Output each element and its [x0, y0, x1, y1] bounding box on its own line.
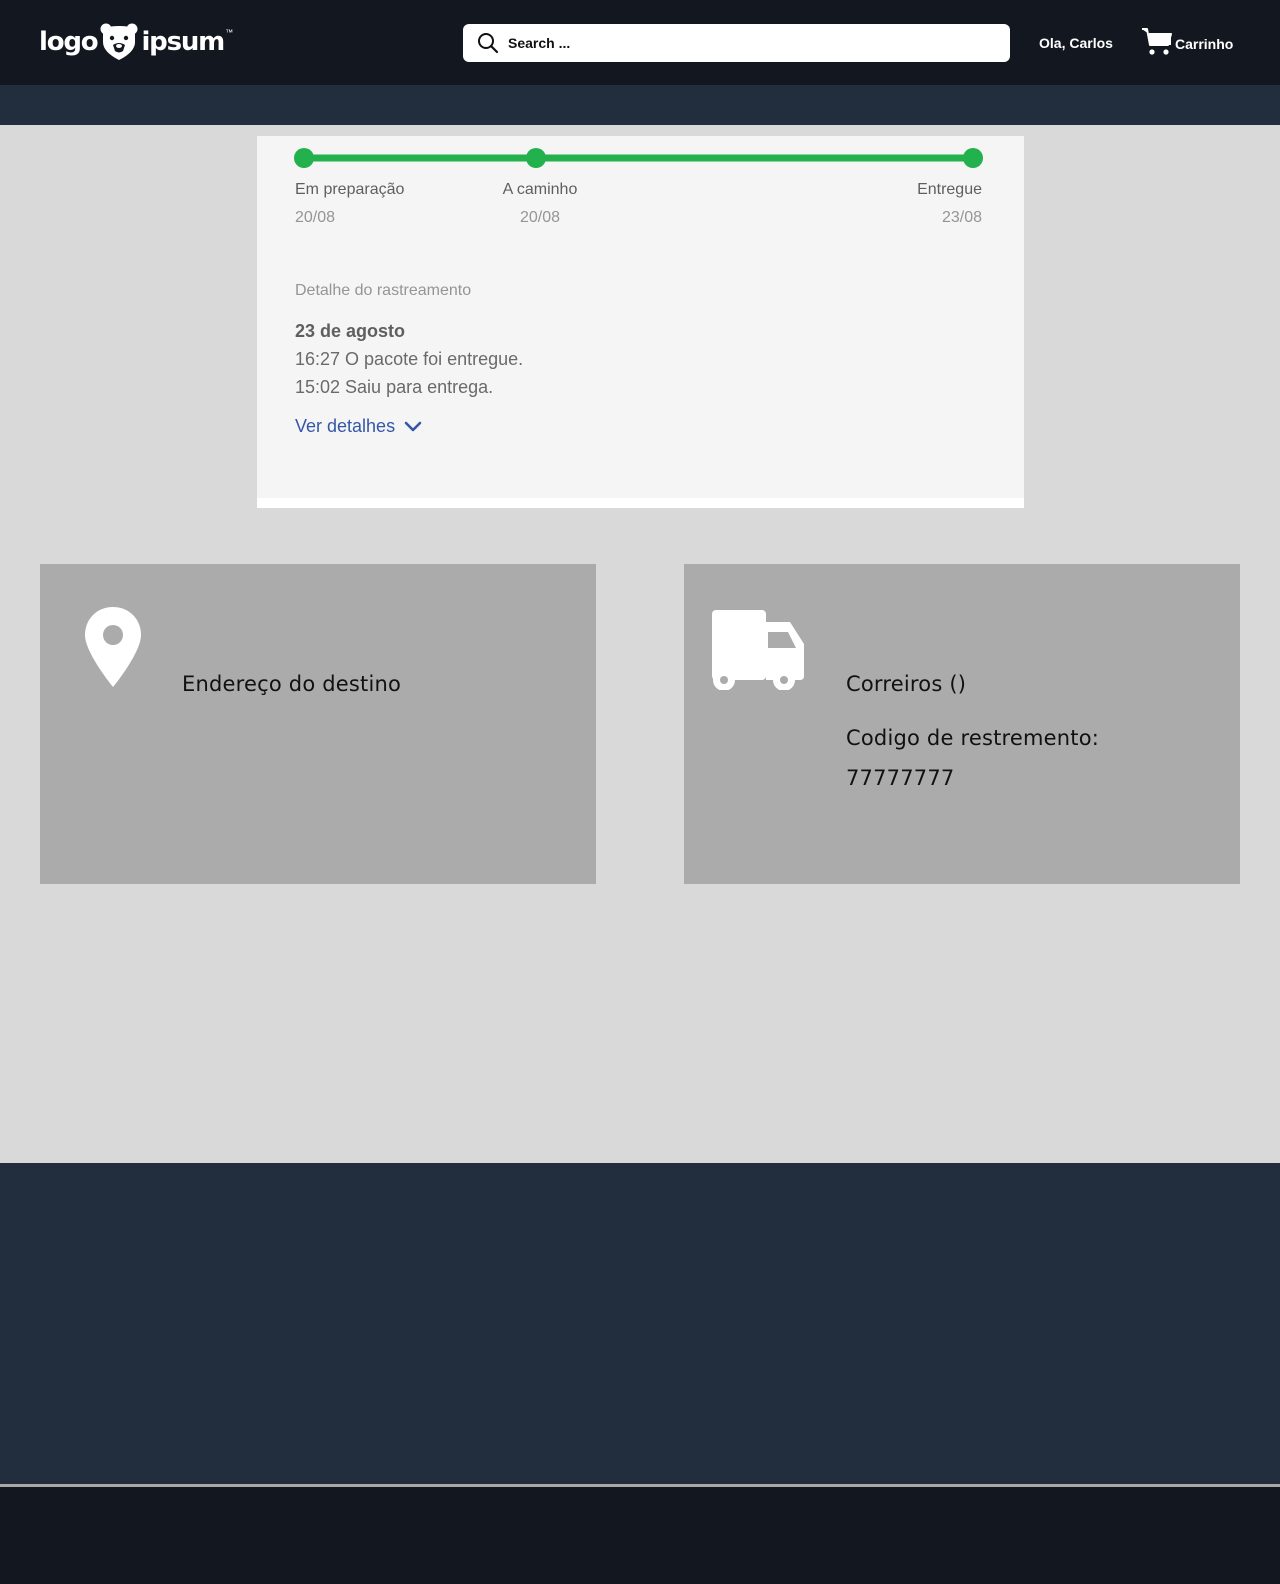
destination-card: Endereço do destino [40, 564, 596, 884]
step-name: Entregue [917, 181, 982, 198]
view-details-label: Ver detalhes [295, 416, 396, 436]
progress-dot-in-transit [526, 148, 546, 168]
tracking-detail-date: 23 de agosto [295, 321, 406, 341]
tracking-panel: Em preparação 20/08 A caminho 20/08 Entr… [257, 136, 1024, 498]
delivery-progress [294, 148, 983, 168]
step-date: 20/08 [295, 209, 336, 226]
cart-button[interactable]: Carrinho [1141, 27, 1233, 57]
tracking-card: Em preparação 20/08 A caminho 20/08 Entr… [257, 136, 1024, 508]
step-preparation: Em preparação 20/08 [295, 180, 404, 228]
step-date: 23/08 [941, 209, 982, 226]
logo-word-left: logo [39, 27, 99, 57]
destination-address-label: Endereço do destino [182, 672, 402, 696]
carrier-name: Correiros () [846, 672, 967, 696]
chevron-down-icon [404, 421, 422, 431]
tracking-event: 15:02 Saiu para entrega. [295, 377, 494, 397]
tracking-code-label: Codigo de restremento: [846, 726, 1100, 750]
secondary-bar [0, 85, 1280, 125]
search-input[interactable] [508, 35, 988, 51]
truck-icon [712, 610, 804, 690]
bear-icon [100, 23, 138, 60]
step-name: A caminho [502, 181, 578, 198]
map-pin-icon [85, 607, 141, 687]
view-details-link[interactable]: Ver detalhes [295, 416, 422, 437]
step-delivered: Entregue 23/08 [917, 180, 982, 228]
logo[interactable]: logo ipsum ™ [39, 22, 233, 62]
step-in-transit: A caminho 20/08 [490, 180, 590, 228]
progress-dot-preparation [294, 148, 314, 168]
footer [0, 1163, 1280, 1484]
cart-label: Carrinho [1175, 36, 1234, 52]
user-greeting[interactable]: Ola, Carlos [1039, 34, 1113, 52]
tracking-event: 16:27 O pacote foi entregue. [295, 349, 524, 369]
progress-dot-delivered [963, 148, 983, 168]
search-icon[interactable] [477, 32, 499, 54]
footer-bottom-bar [0, 1487, 1280, 1584]
shipping-card: Correiros () Codigo de restremento: 7777… [684, 564, 1240, 884]
trademark-mark: ™ [225, 28, 234, 37]
top-navbar: logo ipsum ™ Ola, Carlos Carrinho [0, 0, 1280, 85]
step-date: 20/08 [519, 209, 561, 226]
cart-icon [1142, 28, 1172, 55]
search-bar[interactable] [463, 24, 1010, 62]
step-name: Em preparação [295, 181, 405, 198]
tracking-code-value: 77777777 [846, 766, 955, 790]
tracking-detail-title: Detalhe do rastreamento [295, 282, 472, 299]
logo-word-right: ipsum [141, 27, 225, 57]
